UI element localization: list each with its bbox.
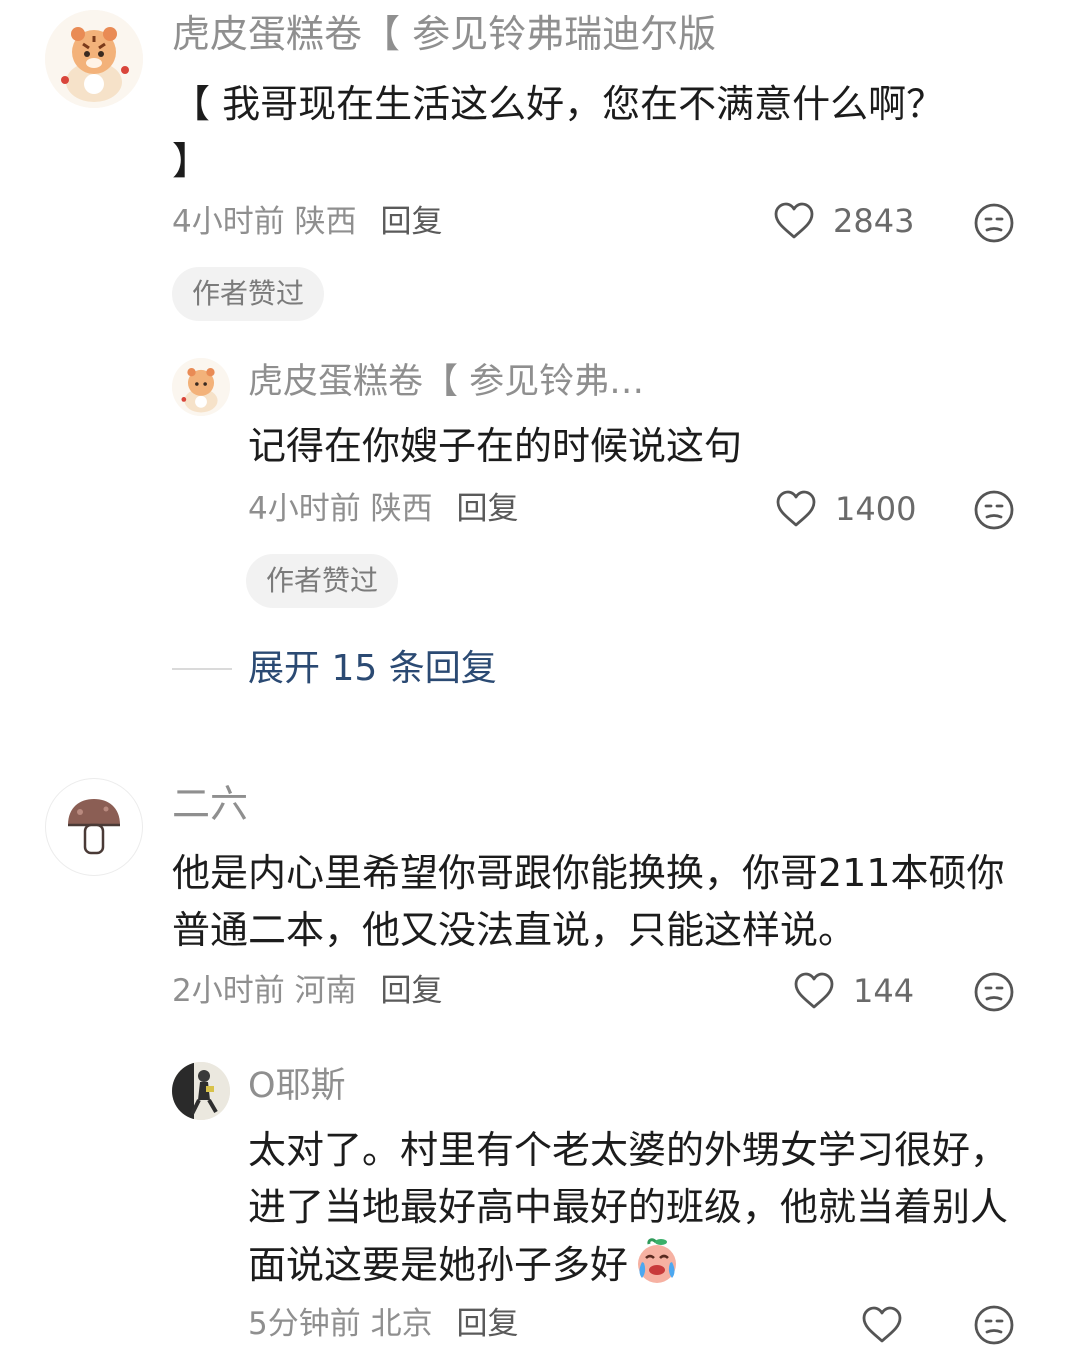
reply-button[interactable]: 回复 bbox=[456, 491, 518, 527]
like-count: 1400 bbox=[835, 490, 917, 528]
avatar[interactable] bbox=[172, 1062, 230, 1120]
like-button[interactable]: 1400 bbox=[775, 490, 916, 528]
reply-username[interactable]: O耶斯 bbox=[248, 1064, 346, 1108]
heart-outline-icon bbox=[794, 972, 834, 1009]
reply-time: 5分钟前 bbox=[248, 1306, 361, 1342]
crying-laughing-peach-emoji-icon bbox=[632, 1236, 682, 1286]
dislike-button[interactable] bbox=[973, 1304, 1015, 1346]
avatar[interactable] bbox=[45, 10, 143, 108]
person-photo-avatar-icon bbox=[172, 1062, 230, 1120]
comment-time: 4小时前 bbox=[172, 204, 285, 240]
reply-username[interactable]: 虎皮蛋糕卷【 参见铃弗… bbox=[248, 360, 644, 404]
author-liked-badge: 作者赞过 bbox=[172, 267, 325, 321]
dislike-button[interactable] bbox=[973, 489, 1015, 531]
neutral-face-icon bbox=[974, 1305, 1014, 1345]
comment-username[interactable]: 虎皮蛋糕卷【 参见铃弗瑞迪尔版 bbox=[172, 12, 716, 56]
tiger-cartoon-avatar-icon bbox=[45, 10, 143, 108]
like-count: 144 bbox=[853, 972, 915, 1010]
heart-outline-icon bbox=[776, 490, 816, 527]
reply-location: 北京 bbox=[370, 1306, 433, 1342]
reply-meta: 5分钟前 北京 回复 bbox=[248, 1306, 518, 1342]
mushroom-avatar-icon bbox=[68, 799, 120, 855]
neutral-face-icon bbox=[974, 972, 1014, 1012]
like-count: 2843 bbox=[833, 202, 915, 240]
neutral-face-icon bbox=[974, 203, 1014, 243]
like-button[interactable]: 144 bbox=[793, 972, 914, 1010]
expand-replies-link[interactable]: 展开 15 条回复 bbox=[248, 648, 497, 690]
comment-location: 河南 bbox=[294, 973, 357, 1009]
comment-time: 2小时前 bbox=[172, 973, 285, 1009]
reply-text-content: 太对了。村里有个老太婆的外甥女学习很好，进了当地最好高中最好的班级，他就当着别人… bbox=[248, 1128, 1009, 1287]
heart-outline-icon bbox=[862, 1306, 902, 1343]
comment-text: 【 我哥现在生活这么好，您在不满意什么啊？ 】 bbox=[172, 82, 945, 183]
reply-text: 记得在你嫂子在的时候说这句 bbox=[248, 424, 743, 468]
neutral-face-icon bbox=[974, 490, 1014, 530]
dislike-button[interactable] bbox=[973, 202, 1015, 244]
comment-username[interactable]: 二六 bbox=[172, 782, 248, 826]
reply-button[interactable]: 回复 bbox=[380, 204, 442, 240]
comment-text: 他是内心里希望你哥跟你能换换，你哥211本硕你普通二本，他又没法直说，只能这样说… bbox=[172, 851, 1005, 952]
expand-divider bbox=[172, 668, 232, 670]
reply-button[interactable]: 回复 bbox=[456, 1306, 518, 1342]
reply-location: 陕西 bbox=[370, 491, 433, 527]
reply-meta: 4小时前 陕西 回复 bbox=[248, 491, 518, 527]
author-liked-badge: 作者赞过 bbox=[246, 554, 399, 608]
dislike-button[interactable] bbox=[973, 971, 1015, 1013]
comment-meta: 2小时前 河南 回复 bbox=[172, 973, 442, 1009]
avatar[interactable] bbox=[45, 778, 143, 876]
avatar[interactable] bbox=[172, 358, 230, 416]
reply-button[interactable]: 回复 bbox=[380, 973, 442, 1009]
like-button[interactable] bbox=[861, 1306, 921, 1344]
like-button[interactable]: 2843 bbox=[773, 202, 914, 240]
heart-outline-icon bbox=[774, 202, 814, 239]
reply-time: 4小时前 bbox=[248, 491, 361, 527]
tiger-cartoon-avatar-icon bbox=[172, 358, 230, 416]
comment-meta: 4小时前 陕西 回复 bbox=[172, 204, 442, 240]
comment-location: 陕西 bbox=[294, 204, 357, 240]
reply-text: 太对了。村里有个老太婆的外甥女学习很好，进了当地最好高中最好的班级，他就当着别人… bbox=[248, 1122, 1028, 1294]
